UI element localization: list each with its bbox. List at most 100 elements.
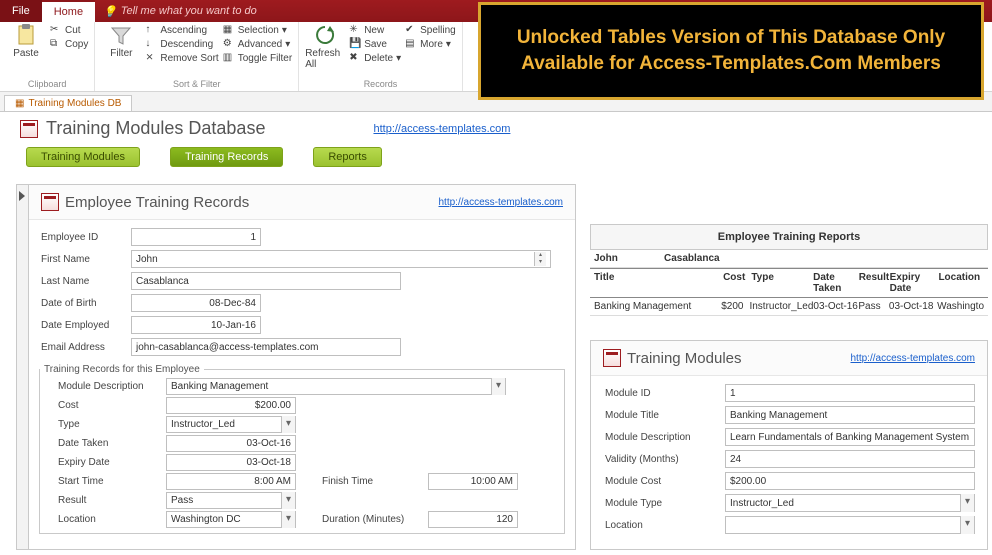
label-last-name: Last Name	[41, 276, 131, 287]
field-module-title[interactable]: Banking Management	[725, 406, 975, 424]
value-location: Washington DC	[171, 514, 241, 525]
remove-sort-button[interactable]: ⨯Remove Sort	[145, 52, 218, 64]
value-type: Instructor_Led	[171, 419, 235, 430]
col-location: Location	[938, 272, 984, 294]
value-module-desc: Banking Management	[171, 381, 268, 392]
toggle-filter-button[interactable]: ▥Toggle Filter	[223, 52, 292, 64]
header-link[interactable]: http://access-templates.com	[373, 123, 510, 135]
label-module-id: Module ID	[605, 388, 725, 399]
new-record-button[interactable]: ✳New	[349, 24, 401, 36]
field-expiry[interactable]: 03-Oct-18	[166, 454, 296, 471]
advanced-label: Advanced	[238, 39, 282, 50]
field-module-desc[interactable]: Learn Fundamentals of Banking Management…	[725, 428, 975, 446]
doc-tab-training-db[interactable]: ▦ Training Modules DB	[4, 95, 132, 111]
tab-home[interactable]: Home	[42, 0, 95, 22]
field-module-cost[interactable]: $200.00	[725, 472, 975, 490]
panel-training-reports: Employee Training Reports JohnCasablanca…	[590, 224, 988, 316]
cell-taken: 03-Oct-16	[813, 301, 858, 312]
sort-asc-button[interactable]: ↑Ascending	[145, 24, 218, 36]
field-dob[interactable]: 08-Dec-84	[131, 294, 261, 312]
field-type[interactable]: Instructor_Led▾	[166, 416, 296, 433]
field-last-name[interactable]: Casablanca	[131, 272, 401, 290]
spelling-button[interactable]: ✔Spelling	[405, 24, 456, 36]
label-module-location: Location	[605, 520, 725, 531]
field-cost[interactable]: $200.00	[166, 397, 296, 414]
desc-label: Descending	[160, 39, 213, 50]
more-button[interactable]: ▤More ▾	[405, 38, 456, 50]
new-icon: ✳	[349, 24, 361, 36]
nav-reports[interactable]: Reports	[313, 147, 382, 167]
field-first-name[interactable]: John▴▾	[131, 250, 551, 268]
form-icon	[41, 193, 59, 211]
funnel-icon	[110, 24, 132, 46]
asc-label: Ascending	[160, 25, 207, 36]
advanced-icon: ⚙	[223, 38, 235, 50]
panel-link[interactable]: http://access-templates.com	[851, 353, 976, 364]
sub-record-selector[interactable]	[17, 185, 29, 549]
delete-label: Delete	[364, 53, 393, 64]
label-expiry: Expiry Date	[58, 457, 160, 468]
field-start-time[interactable]: 8:00 AM	[166, 473, 296, 490]
save-label: Save	[364, 39, 387, 50]
remove-label: Remove Sort	[160, 53, 218, 64]
more-icon: ▤	[405, 38, 417, 50]
copy-icon: ⧉	[50, 38, 62, 50]
filter-button[interactable]: Filter	[101, 24, 141, 59]
field-validity[interactable]: 24	[725, 450, 975, 468]
field-finish-time[interactable]: 10:00 AM	[428, 473, 518, 490]
field-duration[interactable]: 120	[428, 511, 518, 528]
selection-icon: ▦	[223, 24, 235, 36]
refresh-all-button[interactable]: Refresh All	[305, 24, 345, 70]
advanced-button[interactable]: ⚙Advanced ▾	[223, 38, 292, 50]
report-header-row: Title Cost Type Date Taken Result Expiry…	[590, 268, 988, 298]
col-cost: Cost	[716, 272, 751, 294]
tab-file[interactable]: File	[0, 0, 42, 22]
label-module-desc: Module Description	[58, 381, 160, 392]
panel-training-modules: Training Modules http://access-templates…	[590, 340, 988, 550]
col-title: Title	[594, 272, 651, 294]
nav-buttons: Training Modules Training Records Report…	[0, 143, 992, 173]
field-module-type[interactable]: Instructor_Led▾	[725, 494, 975, 512]
spinner[interactable]: ▴▾	[534, 252, 546, 266]
label-date-employed: Date Employed	[41, 320, 131, 331]
spelling-icon: ✔	[405, 24, 417, 36]
tell-me-search[interactable]: 💡 Tell me what you want to do	[103, 5, 257, 18]
panel-link[interactable]: http://access-templates.com	[439, 197, 564, 208]
nav-training-modules[interactable]: Training Modules	[26, 147, 140, 167]
database-title: Training Modules Database	[46, 118, 265, 139]
selection-button[interactable]: ▦Selection ▾	[223, 24, 292, 36]
field-employee-id[interactable]: 1	[131, 228, 261, 246]
label-finish-time: Finish Time	[322, 476, 422, 487]
report-data-row: Banking Management $200 Instructor_Led 0…	[590, 298, 988, 316]
ribbon-group-sortfilter: Filter ↑Ascending ↓Descending ⨯Remove So…	[95, 22, 299, 91]
field-date-taken[interactable]: 03-Oct-16	[166, 435, 296, 452]
field-module-location[interactable]: ▾	[725, 516, 975, 534]
field-email[interactable]: john-casablanca@access-templates.com	[131, 338, 401, 356]
cell-expiry: 03-Oct-18	[889, 301, 937, 312]
save-icon: 💾	[349, 38, 361, 50]
field-location[interactable]: Washington DC▾	[166, 511, 296, 528]
nav-training-records[interactable]: Training Records	[170, 147, 283, 167]
field-date-employed[interactable]: 10-Jan-16	[131, 316, 261, 334]
cell-type: Instructor_Led	[749, 301, 813, 312]
ribbon-group-clipboard: Paste ✂Cut ⧉Copy Clipboard	[0, 22, 95, 91]
panel-title: Employee Training Records	[65, 194, 249, 211]
field-module-id[interactable]: 1	[725, 384, 975, 402]
cut-button[interactable]: ✂Cut	[50, 24, 88, 36]
promo-overlay: Unlocked Tables Version of This Database…	[478, 2, 984, 100]
value-result: Pass	[171, 495, 193, 506]
label-validity: Validity (Months)	[605, 454, 725, 465]
delete-record-button[interactable]: ✖Delete ▾	[349, 52, 401, 64]
toggle-label: Toggle Filter	[238, 53, 292, 64]
field-module-desc[interactable]: Banking Management▾	[166, 378, 506, 395]
subform-training-records: Training Records for this Employee Modul…	[39, 364, 565, 534]
label-employee-id: Employee ID	[41, 232, 131, 243]
paste-button[interactable]: Paste	[6, 24, 46, 59]
field-result[interactable]: Pass▾	[166, 492, 296, 509]
copy-button[interactable]: ⧉Copy	[50, 38, 88, 50]
label-date-taken: Date Taken	[58, 438, 160, 449]
label-module-title: Module Title	[605, 410, 725, 421]
sort-desc-button[interactable]: ↓Descending	[145, 38, 218, 50]
save-record-button[interactable]: 💾Save	[349, 38, 401, 50]
tell-me-label: Tell me what you want to do	[121, 5, 257, 17]
